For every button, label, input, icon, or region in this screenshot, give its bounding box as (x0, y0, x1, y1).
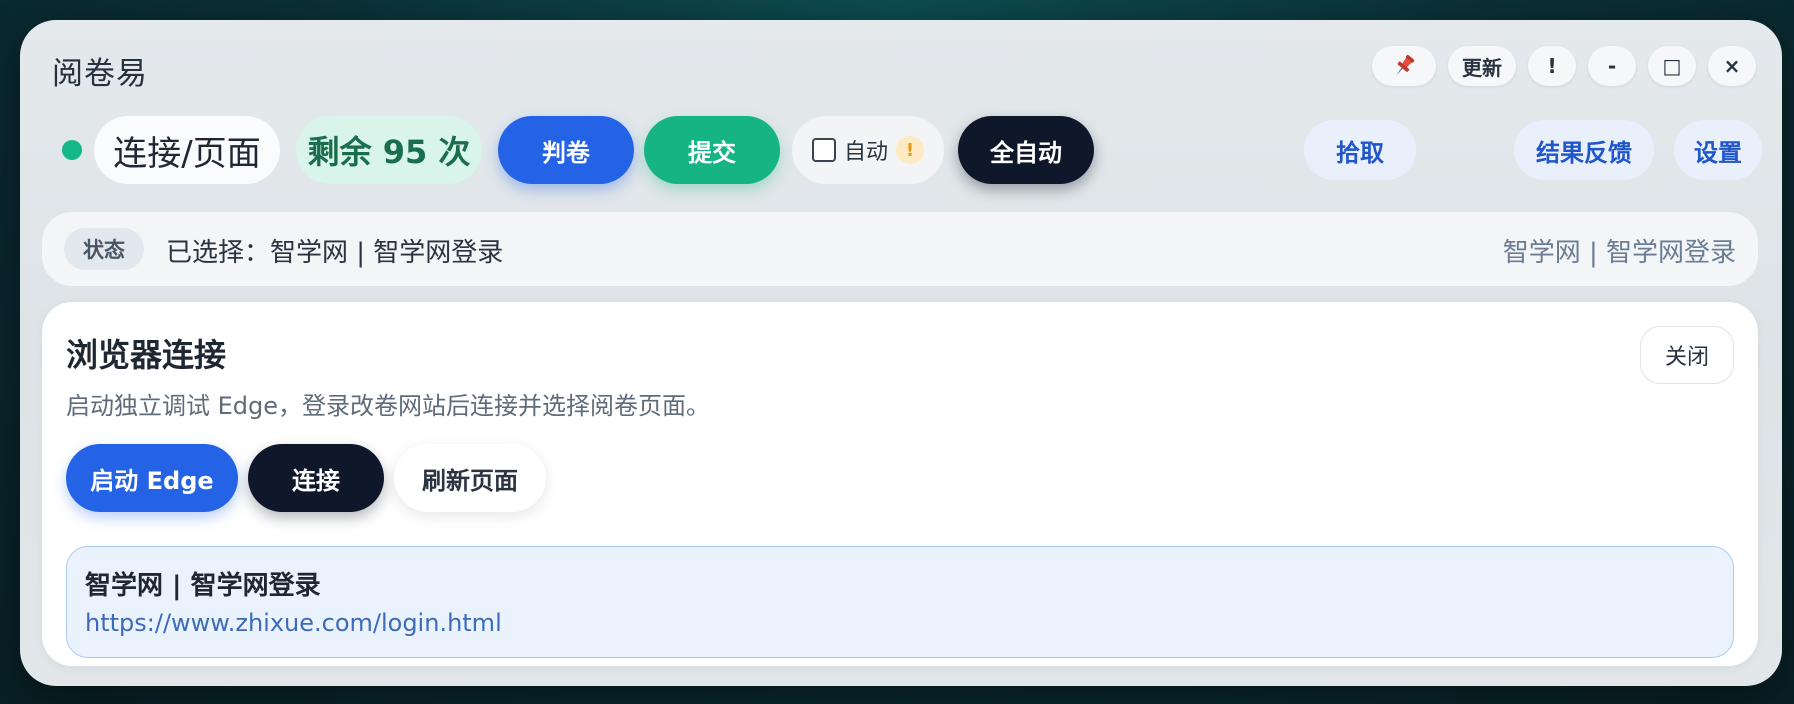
update-button[interactable]: 更新 (1448, 46, 1516, 86)
settings-button[interactable]: 设置 (1674, 120, 1762, 180)
window-controls: 更新 ! - □ × (1372, 46, 1756, 86)
browser-connection-panel: 浏览器连接 启动独立调试 Edge，登录改卷网站后连接并选择阅卷页面。 关闭 启… (42, 302, 1758, 666)
status-badge: 状态 (64, 228, 144, 270)
launch-edge-button[interactable]: 启动 Edge (66, 444, 238, 512)
maximize-button[interactable]: □ (1648, 46, 1696, 86)
auto-label: 自动 (843, 140, 888, 165)
refresh-pages-button[interactable]: 刷新页面 (394, 444, 546, 512)
connection-page-button[interactable]: 连接/页面 (94, 116, 280, 184)
status-text: 已选择：智学网 | 智学网登录 (166, 238, 504, 268)
page-item-title: 智学网 | 智学网登录 (85, 571, 321, 601)
app-window: 阅卷易 更新 ! - □ × 连接/页面 剩余 95 次 判卷 提交 自动 ! … (20, 20, 1782, 686)
panel-title: 浏览器连接 (66, 336, 227, 374)
status-current-page: 智学网 | 智学网登录 (1502, 238, 1736, 268)
minimize-button[interactable]: - (1588, 46, 1636, 86)
main-toolbar: 连接/页面 剩余 95 次 判卷 提交 自动 ! 全自动 拾取 结果反馈 设置 (40, 116, 1762, 184)
auto-checkbox[interactable] (811, 138, 836, 162)
warning-icon: ! (896, 136, 924, 164)
submit-button[interactable]: 提交 (644, 116, 780, 184)
pick-button[interactable]: 拾取 (1304, 120, 1416, 180)
remaining-count-badge: 剩余 95 次 (296, 116, 482, 184)
page-item-url: https://www.zhixue.com/login.html (85, 609, 502, 637)
status-bar: 状态 已选择：智学网 | 智学网登录 智学网 | 智学网登录 (42, 212, 1758, 286)
auto-toggle[interactable]: 自动 ! (792, 116, 944, 184)
selected-page-item[interactable]: 智学网 | 智学网登录 https://www.zhixue.com/login… (66, 546, 1734, 658)
alert-button[interactable]: ! (1528, 46, 1576, 86)
grade-button[interactable]: 判卷 (498, 116, 634, 184)
result-feedback-button[interactable]: 结果反馈 (1514, 120, 1654, 180)
panel-description: 启动独立调试 Edge，登录改卷网站后连接并选择阅卷页面。 (66, 392, 711, 420)
app-title: 阅卷易 (52, 56, 148, 92)
close-panel-button[interactable]: 关闭 (1640, 326, 1734, 384)
pushpin-icon (1396, 54, 1415, 76)
close-window-button[interactable]: × (1708, 46, 1756, 86)
connection-status-dot (62, 140, 82, 160)
pin-button[interactable] (1372, 46, 1436, 86)
full-auto-button[interactable]: 全自动 (958, 116, 1094, 184)
connect-button[interactable]: 连接 (248, 444, 384, 512)
